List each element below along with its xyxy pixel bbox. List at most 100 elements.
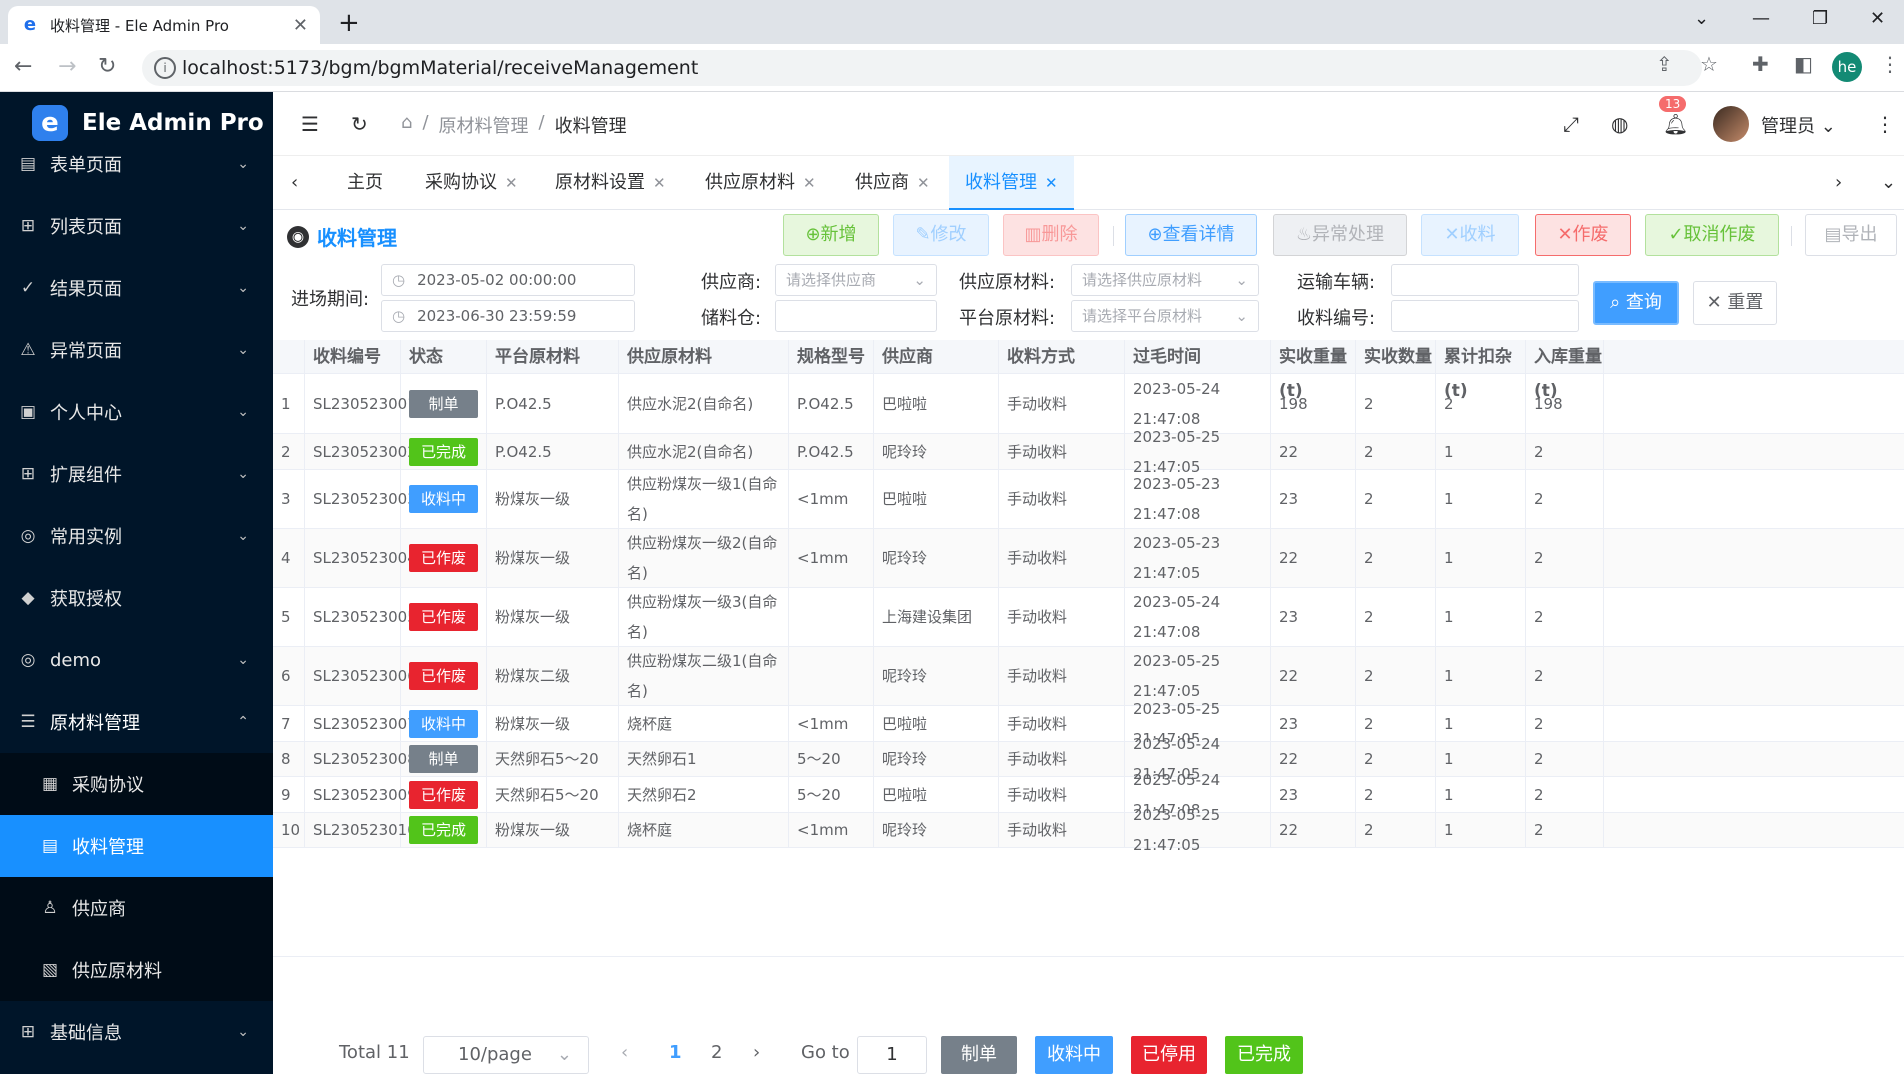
reset-button[interactable]: ✕ 重置: [1693, 281, 1777, 325]
bell-icon[interactable]: 🔔︎: [1663, 112, 1688, 136]
close-icon[interactable]: ✕: [803, 174, 816, 192]
table-row[interactable]: 2 SL230523002 已完成 P.O42.5 供应水泥2(自命名) P.O42.5 呢…: [273, 428, 1904, 476]
browser-tab[interactable]: e 收料管理 - Ele Admin Pro ✕: [8, 6, 320, 44]
table-row[interactable]: 10 SL230523010 已完成 粉煤灰一级 烧杯庭 <1mm 呢玲玲 手动收料 2023-…: [273, 806, 1904, 854]
user-menu[interactable]: 管理员 ⌄: [1761, 112, 1836, 138]
sidebar-item-extension[interactable]: ⊞ 扩展组件 ⌄: [0, 443, 273, 505]
sidebar-subitem-supplier[interactable]: ♙ 供应商: [0, 877, 273, 939]
cell-text: 呢玲玲: [882, 821, 928, 839]
browser-menu-icon[interactable]: ⋮: [1880, 52, 1900, 76]
site-info-icon[interactable]: i: [154, 57, 176, 79]
table-row[interactable]: 8 SL230523008 制单 天然卵石5～20 天然卵石1 5～20 呢玲玲 手动收料 20…: [273, 735, 1904, 783]
fullscreen-icon[interactable]: ⤢: [1563, 112, 1579, 136]
page-2[interactable]: 2: [711, 1042, 722, 1063]
close-icon[interactable]: ✕: [917, 174, 930, 192]
sidebar-item-raw-material[interactable]: ☰ 原材料管理 ⌃: [0, 691, 273, 753]
close-icon[interactable]: ✕: [1045, 174, 1058, 192]
reload-icon[interactable]: ↻: [98, 54, 116, 79]
url-input[interactable]: i localhost:5173/bgm/bgmMaterial/receive…: [142, 50, 1702, 86]
table-row[interactable]: 5 SL230523005 已作废 粉煤灰一级 供应粉煤灰一级3(自命名) 上海建设集团 手…: [273, 588, 1904, 647]
col-quantity: 2: [1356, 374, 1436, 433]
tab-purchase[interactable]: 采购协议 ✕: [425, 156, 518, 210]
date-start-input[interactable]: ◷ 2023-05-02 00:00:00: [381, 264, 635, 296]
tabs-scroll-right-icon[interactable]: ›: [1835, 156, 1842, 210]
tab-supplier[interactable]: 供应商 ✕: [855, 156, 930, 210]
page-size-select[interactable]: 10/page ⌄: [423, 1036, 589, 1074]
cancel-void-button[interactable]: ✓取消作废: [1645, 214, 1779, 256]
tabs-scroll-left-icon[interactable]: ‹: [291, 156, 298, 210]
side-panel-icon[interactable]: ◧: [1794, 52, 1813, 76]
sidebar-item-demo[interactable]: ◎ demo ⌄: [0, 629, 273, 691]
close-icon[interactable]: ✕: [653, 174, 666, 192]
tab-receive[interactable]: 收料管理 ✕: [949, 156, 1074, 210]
receipt-no-input[interactable]: [1391, 300, 1579, 332]
col-receive-method: 手动收料: [999, 374, 1125, 433]
tab-material-settings[interactable]: 原材料设置 ✕: [555, 156, 666, 210]
goto-input[interactable]: 1: [857, 1036, 927, 1074]
sidebar-subitem-purchase[interactable]: ▦ 采购协议: [0, 753, 273, 815]
receive-button[interactable]: ✕收料: [1421, 214, 1519, 256]
supplier-select[interactable]: 请选择供应商 ⌄: [775, 264, 937, 296]
add-button[interactable]: ⊕新增: [783, 214, 879, 256]
supply-material-label: 供应原材料:: [959, 272, 1056, 293]
close-tab-icon[interactable]: ✕: [293, 15, 308, 36]
avatar[interactable]: [1713, 106, 1749, 142]
sidebar-item-examples[interactable]: ◎ 常用实例 ⌄: [0, 505, 273, 567]
table-row[interactable]: 6 SL230523006 已作废 粉煤灰二级 供应粉煤灰二级1(自命名) 呢玲玲 手动收料…: [273, 647, 1904, 706]
home-icon[interactable]: ⌂: [401, 112, 412, 138]
tabs-dropdown-icon[interactable]: ⌄: [1881, 156, 1896, 210]
tab-search-icon[interactable]: ⌄: [1694, 8, 1709, 29]
table-row[interactable]: 4 SL230523004 已作废 粉煤灰一级 供应粉煤灰一级2(自命名) <1mm 呢玲玲…: [273, 529, 1904, 588]
minimize-button[interactable]: —: [1752, 8, 1770, 29]
refresh-icon[interactable]: ↻: [351, 112, 368, 136]
restore-button[interactable]: ❐: [1812, 8, 1828, 29]
delete-button[interactable]: ▥删除: [1003, 214, 1099, 256]
bookmark-star-icon[interactable]: ☆: [1700, 52, 1718, 76]
extensions-icon[interactable]: ✚: [1752, 52, 1769, 76]
forward-icon[interactable]: →: [58, 54, 76, 79]
col-status: 已完成: [401, 813, 487, 847]
back-icon[interactable]: ←: [14, 54, 32, 79]
language-icon[interactable]: ◍: [1611, 112, 1628, 136]
page-1[interactable]: 1: [669, 1042, 682, 1063]
sidebar-item-result[interactable]: ✓ 结果页面 ⌄: [0, 257, 273, 319]
platform-material-select[interactable]: 请选择平台原材料 ⌄: [1071, 300, 1259, 332]
table-row[interactable]: 3 SL230523003 收料中 粉煤灰一级 供应粉煤灰一级1(自命名) <1mm 巴啦啦…: [273, 470, 1904, 529]
sidebar-item-list[interactable]: ⊞ 列表页面 ⌄: [0, 195, 273, 257]
sidebar-subitem-receive[interactable]: ▤ 收料管理: [0, 815, 273, 877]
sidebar-item-license[interactable]: ◆ 获取授权: [0, 567, 273, 629]
more-icon[interactable]: ⋮: [1875, 112, 1895, 136]
cell-text: P.O42.5: [495, 394, 552, 413]
next-page-icon[interactable]: ›: [753, 1042, 760, 1063]
column-header: 入库重量(t): [1526, 340, 1604, 401]
sidebar-item-basic-info[interactable]: ⊞ 基础信息 ⌄: [0, 1001, 273, 1063]
date-end-input[interactable]: ◷ 2023-06-30 23:59:59: [381, 300, 635, 332]
edit-button[interactable]: ✎修改: [893, 214, 989, 256]
query-button[interactable]: ⌕ 查询: [1593, 281, 1679, 325]
table-row[interactable]: 7 SL230523007 收料中 粉煤灰一级 烧杯庭 <1mm 巴啦啦 手动收料 2023-0…: [273, 700, 1904, 748]
export-button[interactable]: ▤导出: [1805, 214, 1897, 256]
sidebar-item-form[interactable]: ▤ 表单页面 ⌄: [0, 133, 273, 195]
vehicle-input[interactable]: [1391, 264, 1579, 296]
menu-fold-icon[interactable]: ☰: [301, 112, 319, 136]
supply-material-select[interactable]: 请选择供应原材料 ⌄: [1071, 264, 1259, 296]
new-tab-button[interactable]: +: [338, 8, 360, 38]
close-icon[interactable]: ✕: [505, 174, 518, 192]
exception-button[interactable]: ♨异常处理: [1273, 214, 1407, 256]
close-window-button[interactable]: ✕: [1870, 8, 1885, 29]
profile-avatar[interactable]: he: [1832, 52, 1862, 82]
sidebar-item-profile[interactable]: ▣ 个人中心 ⌄: [0, 381, 273, 443]
breadcrumb-item[interactable]: 原材料管理: [439, 112, 529, 138]
table-row[interactable]: 9 SL230523009 已作废 天然卵石5～20 天然卵石2 5～20 巴啦啦 手动收料 2…: [273, 771, 1904, 819]
sidebar-item-label: 常用实例: [50, 527, 122, 548]
warehouse-input[interactable]: [775, 300, 937, 332]
share-icon[interactable]: ⇪: [1656, 52, 1673, 76]
view-detail-button[interactable]: ⊕查看详情: [1125, 214, 1257, 256]
table-row[interactable]: 1 SL230523001 制单 P.O42.5 供应水泥2(自命名) P.O42.5 巴啦…: [273, 374, 1904, 434]
tab-supply-material[interactable]: 供应原材料 ✕: [705, 156, 816, 210]
void-button[interactable]: ✕作废: [1535, 214, 1631, 256]
tab-home[interactable]: 主页: [347, 156, 383, 210]
sidebar-item-exception[interactable]: ⚠ 异常页面 ⌄: [0, 319, 273, 381]
sidebar-subitem-supply-material[interactable]: ▧ 供应原材料: [0, 939, 273, 1001]
prev-page-icon[interactable]: ‹: [621, 1042, 628, 1063]
